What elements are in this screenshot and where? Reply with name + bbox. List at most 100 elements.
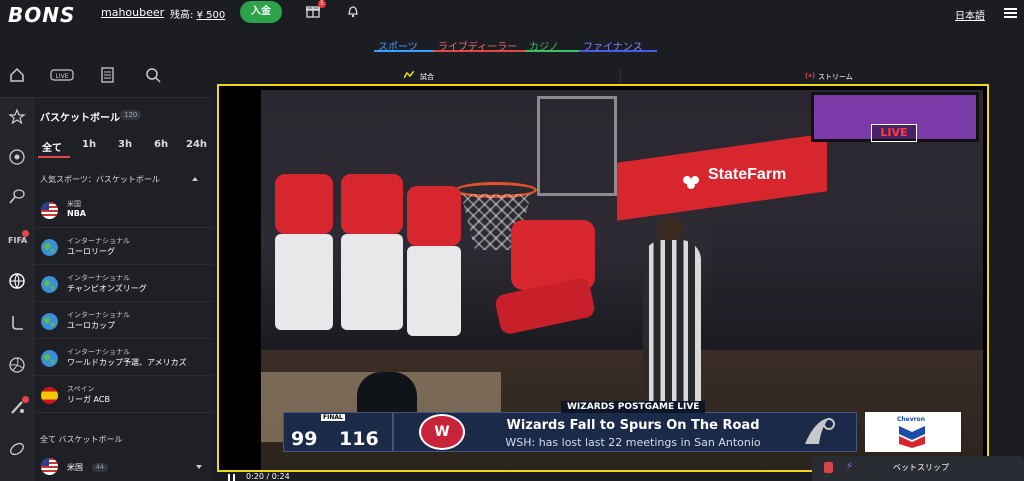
filter-3h[interactable]: 3h [118,139,132,150]
country-item[interactable]: 米国 44 [34,453,212,479]
panel-title: バスケットボール [40,113,120,124]
tab-sports[interactable]: スポーツ [374,38,434,53]
headline: Wizards Fall to Spurs On The Road [506,418,760,433]
bell-icon[interactable] [346,4,360,18]
live-stream-player[interactable]: StateFarm LIVE FINAL 99 116 WIZARDS POST… [217,84,989,472]
sport-panel: バスケットボール 120 全て 1h 3h 6h 24h 人気スポーツ：バスケッ… [34,98,212,481]
balance-value[interactable]: ¥ 500 [197,10,226,21]
final-label: FINAL [321,414,345,421]
score-wizards: 99 [291,428,318,450]
tab-live-dealer[interactable]: ライブディーラー [434,38,525,53]
top-bar: BONS mahoubeer 残高: ¥ 500 入金 5 日本語 スポーツ ラ… [0,0,1024,53]
section-popular-header[interactable]: 人気スポーツ：バスケットボール [40,174,160,185]
bench-player [275,174,333,234]
betslip-label[interactable]: ベットスリップ [893,462,949,473]
league-name: ワールドカップ予選、アメリカズ [67,358,187,367]
match-chart-icon [404,71,414,79]
courtside-crowd [711,220,983,350]
balance-display: 残高: ¥ 500 [170,6,225,21]
backboard [537,96,617,196]
league-item[interactable]: 米国 NBA [34,192,212,228]
chevron-down-icon[interactable] [196,465,202,469]
tab-stream[interactable]: ストリーム [818,72,853,82]
filter-active-underline [38,156,70,158]
star-icon[interactable] [8,108,26,126]
league-item[interactable]: インターナショナル チャンピオンズリーグ [34,266,212,302]
league-region: スペイン [67,385,95,393]
league-item[interactable]: インターナショナル ユーロカップ [34,303,212,339]
betslip-ticket-icon [824,462,833,473]
score-spurs: 116 [339,428,379,450]
soccer-icon[interactable] [8,148,26,166]
sports-rail: FIFA [0,98,34,481]
globe-icon [41,239,58,256]
filter-24h[interactable]: 24h [186,139,207,150]
league-region: インターナショナル [67,237,130,245]
gift-badge: 5 [318,0,326,8]
username-link[interactable]: mahoubeer [101,6,164,19]
league-name: ユーロリーグ [67,247,115,256]
balance-label: 残高: [170,10,194,21]
globe-icon [41,350,58,367]
tab-divider [620,68,621,84]
league-region: 米国 [67,200,81,208]
sponsor-name: Chevron [897,416,926,423]
live-icon[interactable]: LIVE [50,66,74,84]
live-badge: LIVE [871,124,917,142]
section-all-header: 全て バスケットボール [40,435,123,444]
bench-player-legs [407,246,461,336]
betslip-history-icon[interactable] [98,66,116,84]
country-count: 44 [92,463,108,472]
pause-button[interactable] [228,474,235,481]
statefarm-logo-icon [683,176,699,189]
home-icon[interactable] [8,66,26,84]
league-name: チャンピオンズリーグ [67,284,147,293]
league-item[interactable]: インターナショナル ユーロリーグ [34,229,212,265]
league-region: インターナショナル [67,348,130,356]
tab-match[interactable]: 試合 [420,72,434,82]
rugby-icon[interactable] [8,440,26,458]
fifa-badge [22,230,29,237]
svg-text:FIFA: FIFA [8,236,28,245]
tab-casino[interactable]: カジノ [525,38,579,53]
spain-flag-icon [41,387,58,404]
filter-all[interactable]: 全て [42,139,62,154]
league-item[interactable]: インターナショナル ワールドカップ予選、アメリカズ [34,340,212,376]
panel-event-count: 120 [120,110,142,120]
chevron-logo-icon [899,426,925,448]
tennis-icon[interactable] [8,188,26,206]
cricket-badge [22,396,29,403]
bench-player [407,186,461,246]
league-name: リーガ ACB [67,395,110,404]
lower-third-header: WIZARDS POSTGAME LIVE [561,401,706,413]
filter-1h[interactable]: 1h [82,139,96,150]
country-name: 米国 [67,463,83,472]
lightning-icon: ⚡ [846,461,854,472]
league-region: インターナショナル [67,274,130,282]
league-item[interactable]: スペイン リーガ ACB [34,377,212,413]
deposit-button[interactable]: 入金 [240,1,282,23]
match-stream-tabs: 試合 ストリーム [212,66,1024,84]
svg-text:LIVE: LIVE [55,73,68,80]
wizards-logo-icon [419,414,465,450]
bons-logo[interactable]: BONS [8,3,75,27]
league-region: インターナショナル [67,311,130,319]
quick-nav: LIVE [0,52,212,136]
spurs-logo-icon [805,418,835,444]
bench-player [341,174,403,234]
us-flag-icon [41,202,58,219]
league-name: ユーロカップ [67,321,115,330]
search-icon[interactable] [144,66,162,84]
video-frame[interactable]: StateFarm LIVE FINAL 99 116 WIZARDS POST… [261,90,983,470]
chevron-up-icon[interactable] [192,177,198,181]
subheadline: WSH: has lost last 22 meetings in San An… [505,436,761,449]
hockey-icon[interactable] [8,314,26,332]
tab-finance[interactable]: ファイナンス [579,38,657,53]
volleyball-icon[interactable] [8,356,26,374]
sponsor-banner-text: StateFarm [708,166,787,183]
basketball-icon[interactable] [8,272,26,290]
bench-player-legs [275,234,333,330]
language-selector[interactable]: 日本語 [955,7,985,22]
hamburger-menu-icon[interactable] [1004,8,1017,18]
filter-6h[interactable]: 6h [154,139,168,150]
